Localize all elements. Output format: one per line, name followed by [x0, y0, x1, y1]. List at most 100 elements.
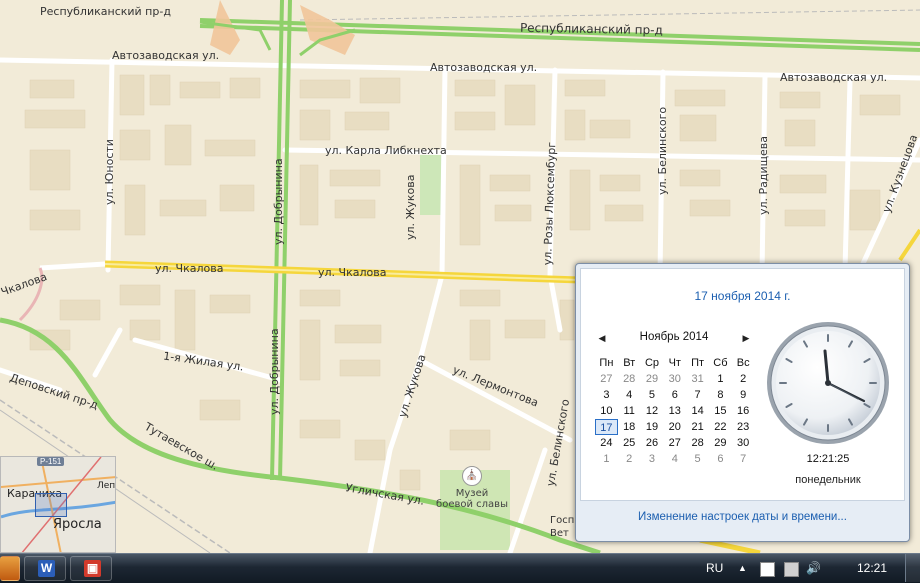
museum-poi[interactable]: ⛪ Музей боевой славы: [436, 466, 508, 510]
week-row: 3 4 5 6 7 8 9: [595, 387, 755, 403]
taskbar-app-viewer[interactable]: ▣: [70, 556, 112, 581]
day-cell[interactable]: 3: [641, 451, 664, 467]
day-cell[interactable]: 27: [595, 371, 618, 387]
day-cell[interactable]: 7: [732, 451, 755, 467]
day-cell[interactable]: 1: [709, 371, 732, 387]
day-cell[interactable]: 28: [618, 371, 641, 387]
day-cell[interactable]: 8: [709, 387, 732, 403]
next-month-icon[interactable]: ▶: [739, 331, 753, 345]
weekday-label: Ср: [644, 357, 660, 369]
show-desktop-button[interactable]: [905, 554, 920, 582]
day-cell[interactable]: 29: [709, 435, 732, 451]
week-row: 10 11 12 13 14 15 16: [595, 403, 755, 419]
language-indicator[interactable]: RU: [706, 554, 723, 582]
weekday-label: Пн: [599, 357, 614, 369]
day-cell[interactable]: 11: [618, 403, 641, 419]
day-cell[interactable]: 9: [732, 387, 755, 403]
day-cell[interactable]: 5: [641, 387, 664, 403]
week-row: 24 25 26 27 28 29 30: [595, 435, 755, 451]
minimap[interactable]: Р-151 Карачиха Яросла Лепо: [0, 456, 116, 553]
change-date-time-settings-link[interactable]: Изменение настроек даты и времени...: [576, 511, 909, 523]
street-label: Автозаводская ул.: [112, 49, 220, 62]
day-cell[interactable]: 10: [595, 403, 618, 419]
day-cell[interactable]: 30: [732, 435, 755, 451]
day-cell[interactable]: 31: [686, 371, 709, 387]
flag-icon[interactable]: [760, 562, 775, 577]
street-label: ул. Карла Либкнехта: [325, 144, 447, 157]
volume-icon[interactable]: 🔊: [806, 554, 821, 582]
day-cell[interactable]: 29: [641, 371, 664, 387]
week-row: 1 2 3 4 5 6 7: [595, 451, 755, 467]
day-cell[interactable]: 4: [663, 451, 686, 467]
day-cell[interactable]: 19: [641, 419, 664, 435]
day-cell[interactable]: 12: [641, 403, 664, 419]
street-label: ул. Жукова: [404, 174, 417, 241]
road-badge: Р-151: [37, 457, 65, 466]
day-cell[interactable]: 20: [663, 419, 686, 435]
day-cell[interactable]: 1: [595, 451, 618, 467]
day-cell[interactable]: 3: [595, 387, 618, 403]
day-cell[interactable]: 6: [663, 387, 686, 403]
museum-icon: ⛪: [462, 466, 482, 486]
week-row: 27 28 29 30 31 1 2: [595, 371, 755, 387]
street-label: ул. Добрынина: [272, 158, 285, 245]
current-date-link[interactable]: 17 ноября 2014 г.: [581, 289, 904, 303]
clock-time-display[interactable]: 12:21: [852, 554, 892, 582]
museum-label-1: Музей: [455, 488, 489, 499]
calendar-grid: Пн Вт Ср Чт Пт Сб Вс 27 28 29 30 31 1 2 …: [595, 355, 755, 467]
minimap-city-label: Яросла: [53, 517, 102, 532]
day-cell[interactable]: 4: [618, 387, 641, 403]
month-title[interactable]: Ноябрь 2014: [615, 331, 733, 343]
day-cell[interactable]: 27: [663, 435, 686, 451]
day-cell[interactable]: 2: [732, 371, 755, 387]
street-label: ул. Белинского: [656, 106, 669, 195]
street-label: ул. Чкалова: [155, 262, 224, 275]
street-label: ул. Чкалова: [318, 266, 387, 279]
museum-label-2: боевой славы: [436, 499, 508, 510]
street-label: ул. Юности: [103, 139, 116, 205]
street-label: ул. Радищева: [757, 135, 770, 215]
network-icon[interactable]: [784, 562, 799, 577]
street-label: Республиканский пр-д: [519, 20, 663, 38]
minimap-viewport[interactable]: [35, 493, 67, 517]
prev-month-icon[interactable]: ◀: [595, 331, 609, 345]
analog-clock-icon: [767, 322, 889, 444]
today-day-cell[interactable]: 17: [595, 419, 618, 435]
month-navigation: ◀ Ноябрь 2014 ▶: [595, 331, 753, 347]
word-icon: W: [38, 560, 55, 577]
poi-label: Госп: [550, 515, 575, 526]
street-label: Автозаводская ул.: [780, 71, 888, 84]
poi-label: Вет: [550, 528, 569, 539]
day-cell[interactable]: 18: [618, 419, 641, 435]
taskbar-app-word[interactable]: W: [24, 556, 66, 581]
calendar-panel: 17 ноября 2014 г. ◀ Ноябрь 2014 ▶ Пн Вт …: [580, 268, 905, 501]
weekday-label: Пт: [691, 357, 705, 369]
day-cell[interactable]: 16: [732, 403, 755, 419]
day-cell[interactable]: 30: [663, 371, 686, 387]
start-button[interactable]: [0, 556, 20, 581]
day-cell[interactable]: 15: [709, 403, 732, 419]
day-cell[interactable]: 21: [686, 419, 709, 435]
app-viewer-icon: ▣: [84, 560, 101, 577]
day-cell[interactable]: 6: [709, 451, 732, 467]
day-cell[interactable]: 5: [686, 451, 709, 467]
day-cell[interactable]: 28: [686, 435, 709, 451]
weekday-label: Чт: [668, 357, 681, 369]
minimap-label: Лепо: [97, 481, 116, 491]
weekday-label: Вт: [623, 357, 636, 369]
weekday-header-row: Пн Вт Ср Чт Пт Сб Вс: [595, 355, 755, 371]
day-cell[interactable]: 7: [686, 387, 709, 403]
street-label: Автозаводская ул.: [430, 61, 538, 74]
day-cell[interactable]: 2: [618, 451, 641, 467]
show-hidden-icons[interactable]: ▲: [738, 554, 747, 582]
day-cell[interactable]: 25: [618, 435, 641, 451]
street-label: Республиканский пр-д: [40, 5, 171, 18]
day-cell[interactable]: 23: [732, 419, 755, 435]
day-cell[interactable]: 14: [686, 403, 709, 419]
street-label: ул. Добрынина: [268, 328, 281, 415]
taskbar: W ▣ RU ▲ 🔊 12:21: [0, 553, 920, 583]
day-cell[interactable]: 13: [663, 403, 686, 419]
day-cell[interactable]: 26: [641, 435, 664, 451]
day-cell[interactable]: 24: [595, 435, 618, 451]
day-cell[interactable]: 22: [709, 419, 732, 435]
